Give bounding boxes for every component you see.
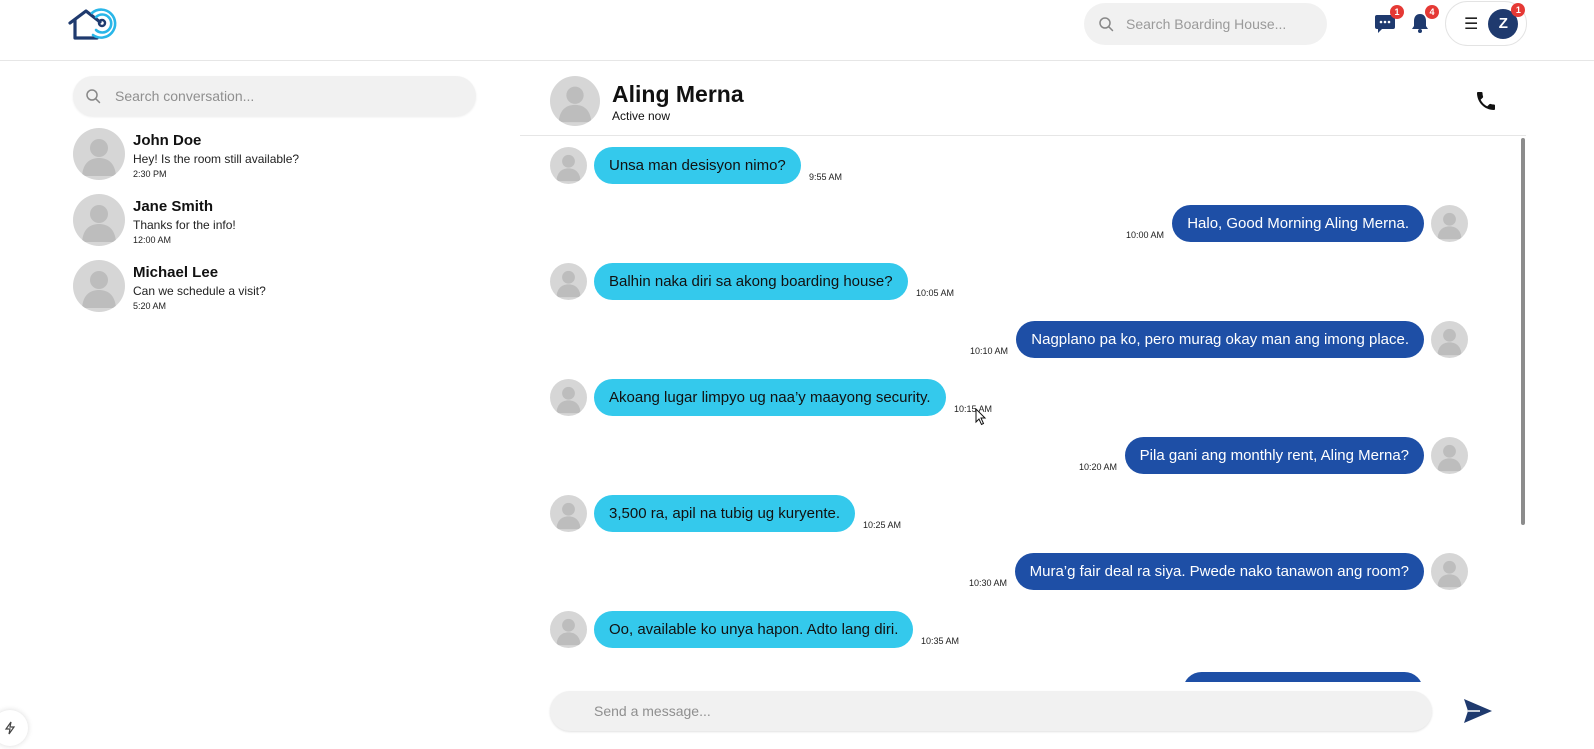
search-icon [86, 89, 101, 104]
message-time: 10:20 AM [1078, 462, 1117, 472]
message-row: 3,500 ra, apil na tubig ug kuryente. 10:2… [550, 495, 901, 532]
avatar [550, 76, 600, 126]
avatar [550, 379, 587, 416]
send-button[interactable] [1462, 695, 1494, 727]
phone-icon [1477, 92, 1495, 110]
conversation-last-message: Thanks for the info! [133, 218, 236, 232]
outgoing-message-bubble: Nagplano pa ko, pero murag okay man ang … [1016, 321, 1424, 358]
search-icon [1099, 17, 1114, 32]
conversation-time: 2:30 PM [133, 169, 167, 179]
conversation-last-message: Hey! Is the room still available? [133, 152, 300, 166]
message-row: Pila gani ang monthly rent, Aling Merna?… [1079, 437, 1468, 474]
conversation-name: Michael Lee [133, 264, 219, 281]
message-row: Oo, available ko unya hapon. Adto lang d… [550, 611, 959, 648]
conversation-list: John Doe Hey! Is the room still availabl… [73, 128, 483, 326]
user-avatar: Z 1 [1488, 2, 1526, 39]
message-time: 10:05 AM [916, 288, 955, 298]
incoming-message-bubble: Akoang lugar limpyo ug naa’y maayong sec… [594, 379, 946, 416]
user-menu-button[interactable]: ☰ Z 1 [1445, 1, 1527, 46]
message-row: Balhin naka diri sa akong boarding house… [550, 263, 954, 300]
message-input[interactable] [594, 703, 1394, 719]
message-composer[interactable] [550, 691, 1432, 731]
avatar [73, 128, 125, 180]
message-row: Mura’g fair deal ra siya. Pwede nako tan… [969, 553, 1468, 590]
incoming-message-bubble: Unsa man desisyon nimo? [594, 147, 801, 184]
avatar [73, 260, 125, 312]
message-row: Unsa man desisyon nimo? 9:55 AM [550, 147, 842, 184]
avatar [73, 194, 125, 246]
conversation-time: 5:20 AM [133, 301, 167, 311]
incoming-message-bubble: Balhin naka diri sa akong boarding house… [594, 263, 908, 300]
conversation-search[interactable] [73, 76, 476, 116]
message-row: Nagplano pa ko, pero murag okay man ang … [970, 321, 1468, 358]
message-time: 10:25 AM [863, 520, 902, 530]
avatar [550, 263, 587, 300]
boarding-house-search-input[interactable] [1126, 16, 1306, 32]
outgoing-message-bubble-partial [1183, 672, 1423, 682]
outgoing-message-bubble: Halo, Good Morning Aling Merna. [1172, 205, 1424, 242]
outgoing-message-bubble: Mura’g fair deal ra siya. Pwede nako tan… [1014, 553, 1424, 590]
conversation-item[interactable]: John Doe Hey! Is the room still availabl… [73, 128, 483, 194]
message-row: Akoang lugar limpyo ug naa’y maayong sec… [550, 379, 992, 416]
message-time: 10:10 AM [969, 346, 1008, 356]
messages-badge: 1 [1390, 5, 1404, 19]
incoming-message-bubble: 3,500 ra, apil na tubig ug kuryente. [594, 495, 855, 532]
avatar [1431, 553, 1468, 590]
boarding-house-search[interactable] [1084, 3, 1327, 45]
conversation-item[interactable]: Jane Smith Thanks for the info! 12:00 AM [73, 194, 483, 260]
avatar [1431, 205, 1468, 242]
chat-contact-name: Aling Merna [612, 81, 744, 107]
chat-header: Aling Merna Active now [520, 63, 1526, 136]
conversation-time: 12:00 AM [133, 235, 172, 245]
conversation-last-message: Can we schedule a visit? [133, 284, 266, 298]
message-row: Halo, Good Morning Aling Merna. 10:00 AM [1126, 205, 1468, 242]
chat-status: Active now [612, 109, 671, 123]
outgoing-message-bubble: Pila gani ang monthly rent, Aling Merna? [1124, 437, 1424, 474]
avatar [550, 611, 587, 648]
message-thread[interactable]: Unsa man desisyon nimo? 9:55 AM Halo, Good… [520, 137, 1526, 682]
message-time: 10:30 AM [968, 578, 1007, 588]
user-initial: Z [1498, 15, 1508, 32]
conversation-search-input[interactable] [115, 88, 435, 104]
top-navbar: 1 4 ☰ Z 1 [0, 0, 1594, 61]
messages-button[interactable]: 1 [1372, 5, 1404, 36]
message-time: 9:55 AM [809, 172, 843, 182]
conversation-name: Jane Smith [133, 198, 214, 215]
user-badge: 1 [1511, 2, 1526, 17]
incoming-message-bubble: Oo, available ko unya hapon. Adto lang d… [594, 611, 914, 648]
notifications-badge: 4 [1425, 5, 1439, 19]
call-button[interactable] [1474, 89, 1498, 113]
message-scrollbar[interactable] [1521, 138, 1525, 525]
avatar [550, 495, 587, 532]
lightning-icon[interactable] [0, 710, 28, 746]
conversation-name: John Doe [133, 132, 202, 149]
send-icon [1464, 699, 1492, 723]
house-signal-icon[interactable] [66, 5, 120, 41]
message-time: 10:00 AM [1125, 230, 1164, 240]
avatar [1431, 321, 1468, 358]
hamburger-icon: ☰ [1464, 15, 1479, 33]
conversation-item[interactable]: Michael Lee Can we schedule a visit? 5:2… [73, 260, 483, 326]
avatar [550, 147, 587, 184]
avatar [1431, 437, 1468, 474]
message-time: 10:35 AM [921, 636, 960, 646]
mouse-cursor-icon [975, 408, 987, 426]
notifications-button[interactable]: 4 [1407, 5, 1439, 36]
